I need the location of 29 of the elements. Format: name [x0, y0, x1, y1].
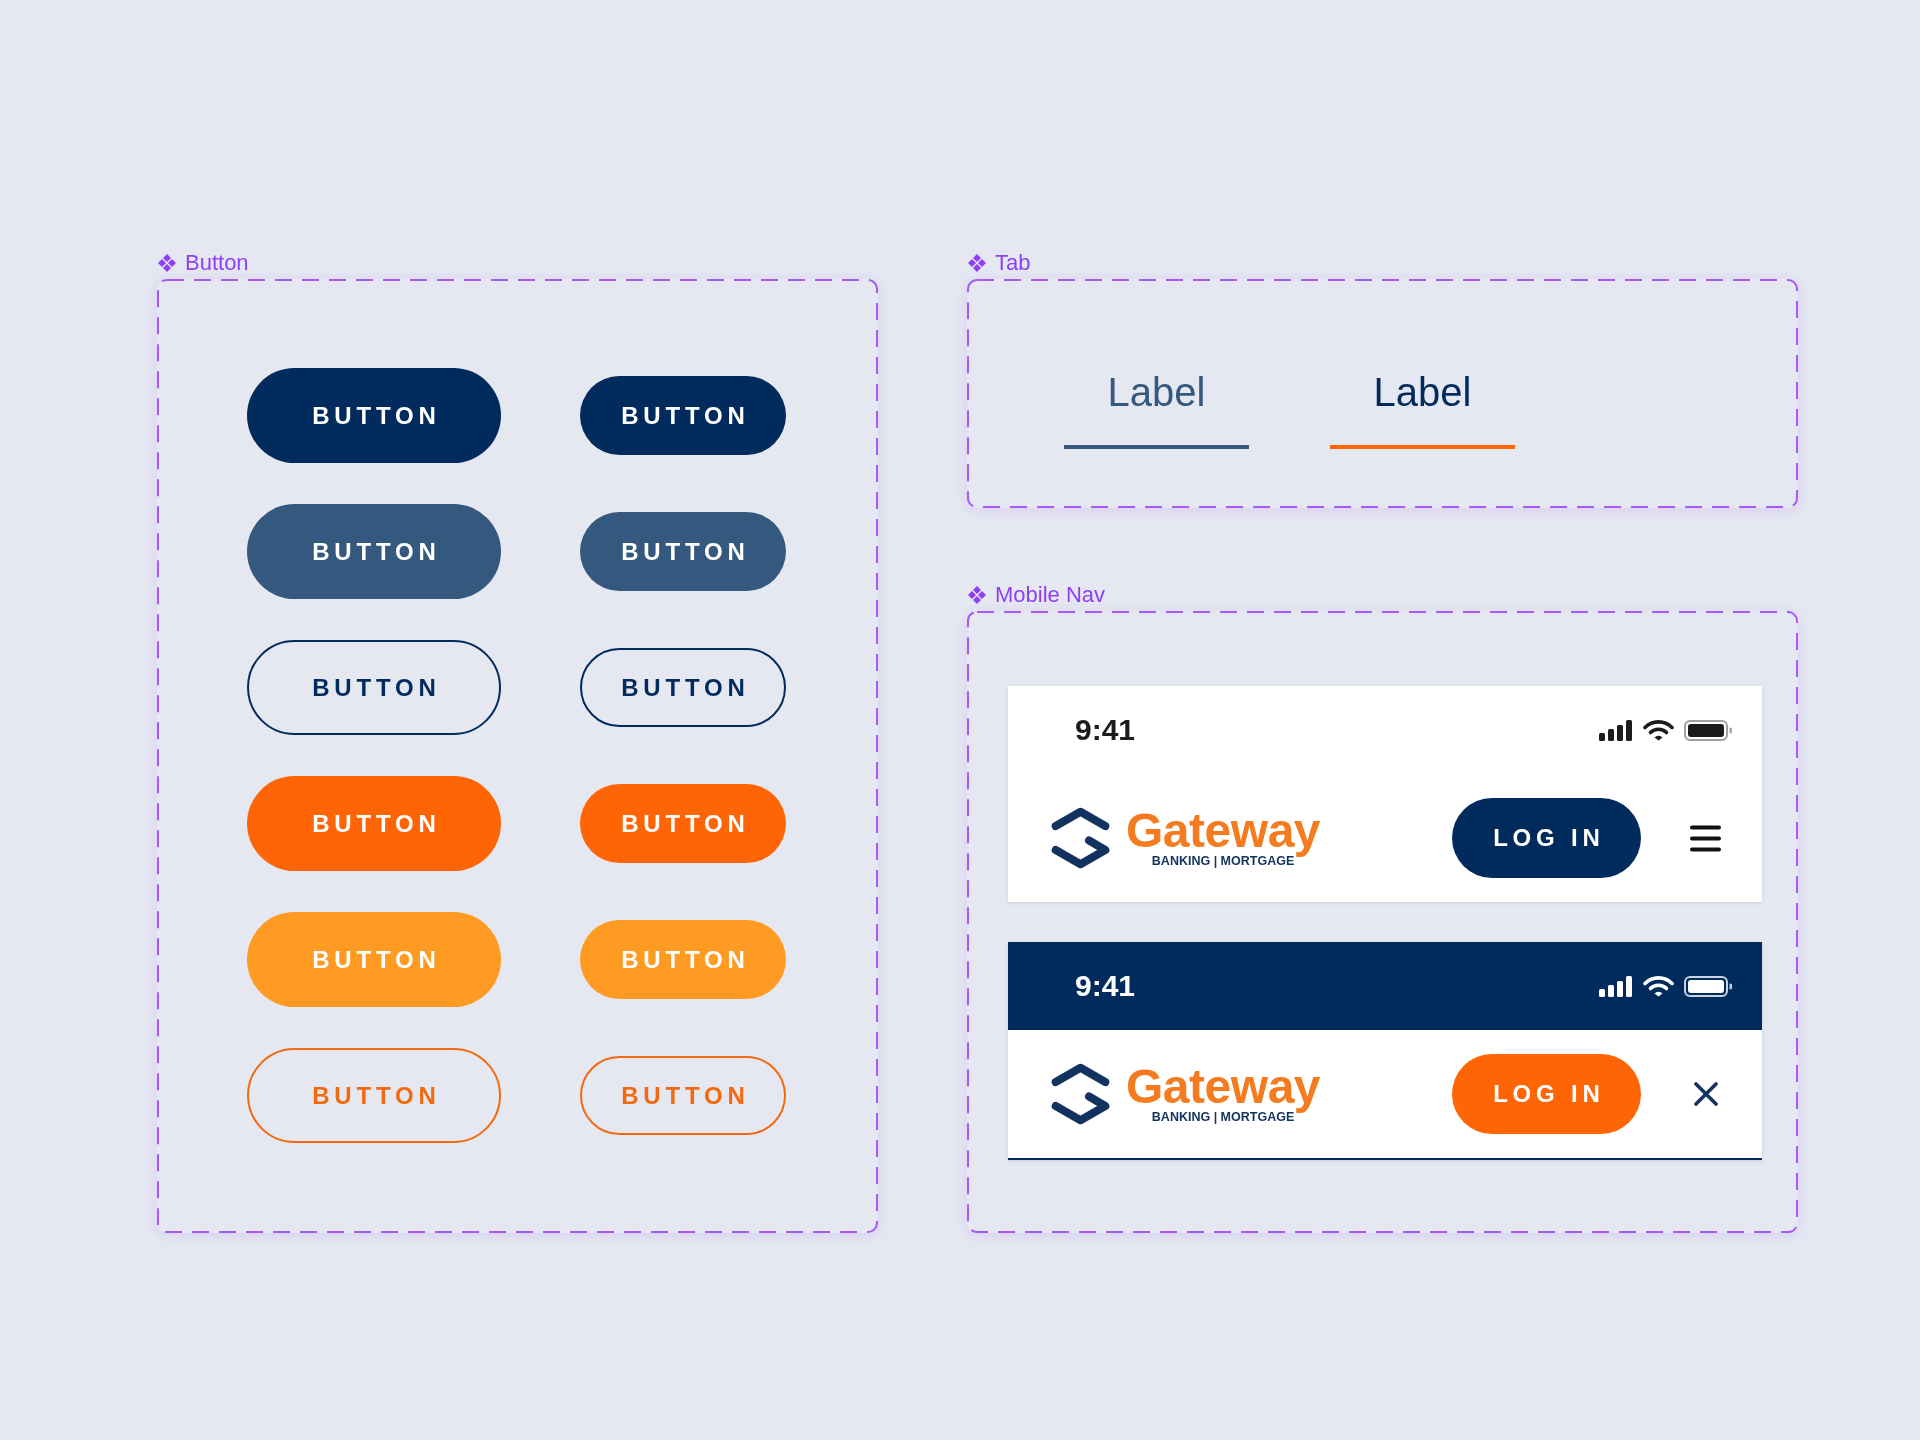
status-time: 9:41: [1075, 713, 1136, 747]
logo-mark-icon: [1050, 806, 1111, 870]
tab[interactable]: Label: [1064, 368, 1249, 449]
logo-tagline: BANKING | MORTGAGE: [1151, 1110, 1295, 1124]
diamond-cluster-icon: [157, 253, 177, 273]
tab[interactable]: Label: [1330, 368, 1515, 449]
button[interactable]: BUTTON: [580, 512, 786, 591]
frame-label: Mobile Nav: [995, 583, 1106, 607]
button[interactable]: BUTTON: [580, 648, 786, 727]
frame-label: Tab: [995, 251, 1031, 275]
button[interactable]: BUTTON: [247, 368, 501, 463]
wifi-icon: [1643, 719, 1674, 741]
button[interactable]: BUTTON: [247, 504, 501, 599]
diamond-cluster-icon: [967, 253, 987, 273]
diamond-cluster-icon: [967, 585, 987, 605]
button[interactable]: BUTTON: [247, 640, 501, 735]
wifi-icon: [1643, 975, 1674, 997]
logo-mark-icon: [1050, 1062, 1111, 1126]
logo-tagline: BANKING | MORTGAGE: [1151, 854, 1295, 868]
battery-icon: [1684, 719, 1732, 741]
status-time: 9:41: [1075, 969, 1136, 1003]
frame-label: Button: [185, 251, 249, 275]
button[interactable]: BUTTON: [580, 376, 786, 455]
menu-icon[interactable]: [1690, 824, 1721, 852]
battery-icon: [1684, 975, 1732, 997]
close-icon[interactable]: [1693, 1082, 1718, 1106]
signal-icon: [1599, 719, 1633, 741]
login-button[interactable]: LOG IN: [1452, 798, 1641, 878]
signal-icon: [1599, 975, 1633, 997]
